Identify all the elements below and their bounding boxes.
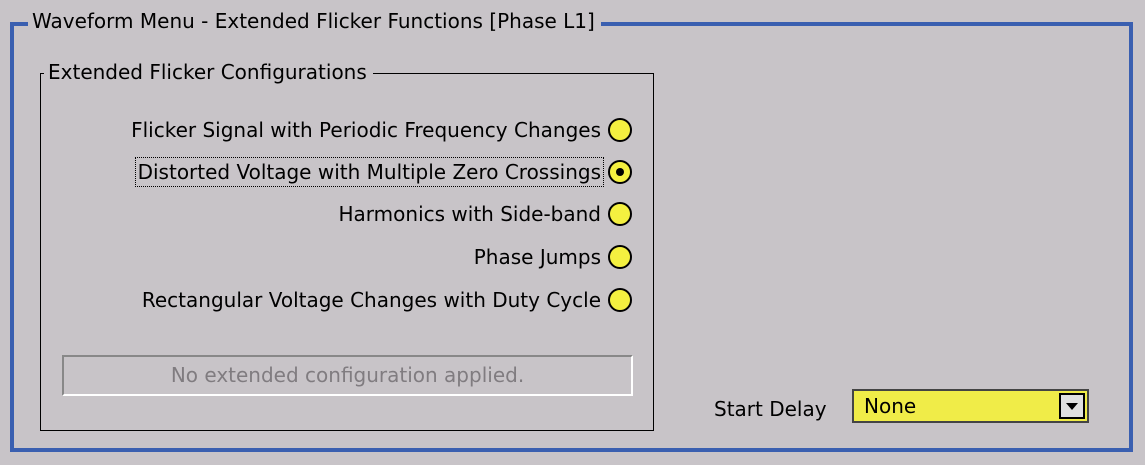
option-label: Rectangular Voltage Changes with Duty Cy… (141, 288, 601, 312)
start-delay-label: Start Delay (714, 397, 827, 421)
option-rectangular-voltage[interactable]: Rectangular Voltage Changes with Duty Cy… (139, 282, 632, 318)
option-label: Harmonics with Side-band (338, 202, 601, 226)
option-harmonics-side-band[interactable]: Harmonics with Side-band (336, 196, 632, 232)
status-text: No extended configuration applied. (62, 355, 633, 396)
radio-button-icon[interactable] (608, 118, 632, 142)
start-delay-value: None (864, 394, 917, 418)
radio-button-icon[interactable] (608, 160, 632, 184)
window-title: Waveform Menu - Extended Flicker Functio… (28, 6, 601, 36)
option-phase-jumps[interactable]: Phase Jumps (471, 239, 632, 275)
option-periodic-frequency[interactable]: Flicker Signal with Periodic Frequency C… (128, 112, 632, 148)
option-label: Distorted Voltage with Multiple Zero Cro… (134, 157, 604, 187)
group-title: Extended Flicker Configurations (44, 58, 373, 86)
option-label: Flicker Signal with Periodic Frequency C… (131, 118, 601, 142)
option-multiple-zero-crossings[interactable]: Distorted Voltage with Multiple Zero Cro… (134, 154, 632, 190)
option-label: Phase Jumps (473, 245, 601, 269)
chevron-down-icon[interactable] (1059, 393, 1085, 419)
start-delay-select[interactable]: None (852, 389, 1089, 423)
radio-button-icon[interactable] (608, 245, 632, 269)
radio-button-icon[interactable] (608, 202, 632, 226)
radio-button-icon[interactable] (608, 288, 632, 312)
